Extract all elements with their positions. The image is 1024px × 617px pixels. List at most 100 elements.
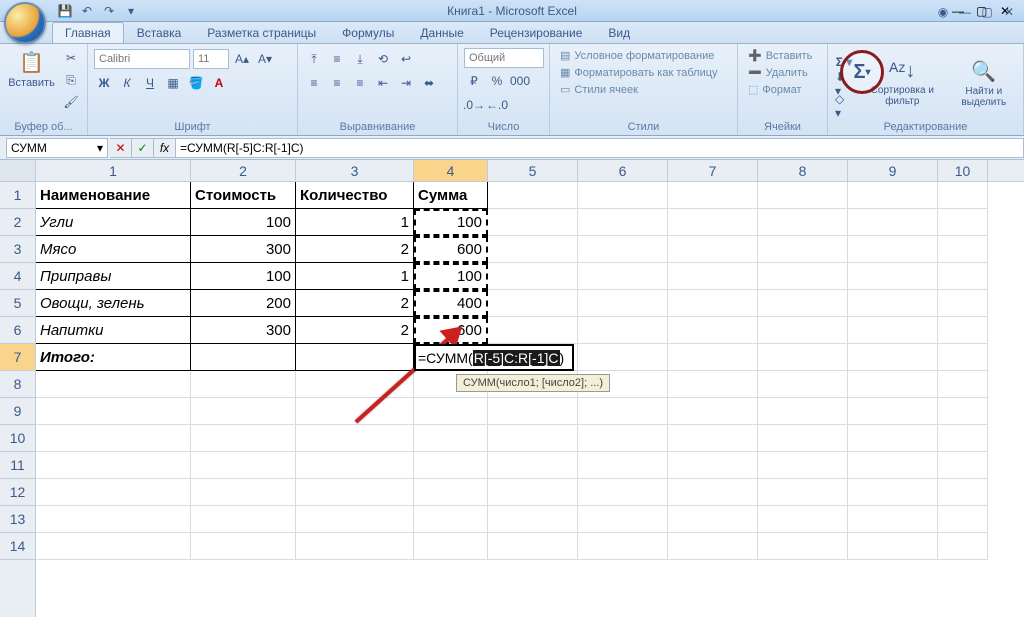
tab-review[interactable]: Рецензирование [477,22,596,43]
decrease-decimal-icon[interactable]: ←.0 [487,95,507,115]
undo-icon[interactable]: ↶ [78,2,96,20]
currency-icon[interactable]: ₽ [464,71,484,91]
cell[interactable] [758,263,848,290]
tab-formulas[interactable]: Формулы [329,22,407,43]
italic-icon[interactable]: К [117,73,137,93]
col-header-5[interactable]: 5 [488,160,578,181]
row-header-6[interactable]: 6 [0,317,35,344]
cell[interactable] [848,344,938,371]
tab-home[interactable]: Главная [52,22,124,43]
cell[interactable] [848,398,938,425]
cell-r5c4[interactable]: 400 [414,290,488,317]
cell[interactable] [848,371,938,398]
align-left-icon[interactable]: ≡ [304,73,324,93]
cell[interactable] [668,479,758,506]
comma-icon[interactable]: 000 [510,71,530,91]
percent-icon[interactable]: % [487,71,507,91]
cell-r5c1[interactable]: Овощи, зелень [36,290,191,317]
tab-view[interactable]: Вид [595,22,643,43]
cell[interactable] [488,182,578,209]
cell[interactable] [488,263,578,290]
cell[interactable] [488,290,578,317]
copy-icon[interactable]: ⎘ [61,70,81,90]
merge-icon[interactable]: ⬌ [419,73,439,93]
decrease-indent-icon[interactable]: ⇤ [373,73,393,93]
cell[interactable] [191,506,296,533]
cell[interactable] [938,371,988,398]
cell[interactable] [848,425,938,452]
increase-font-icon[interactable]: A▴ [232,49,252,69]
cut-icon[interactable]: ✂ [61,48,81,68]
cell[interactable] [191,398,296,425]
cell-r1c2[interactable]: Стоимость [191,182,296,209]
cell[interactable] [414,452,488,479]
cell-r7c2[interactable] [191,344,296,371]
cell-styles-button[interactable]: ▭Стили ячеек [556,82,722,97]
row-header-5[interactable]: 5 [0,290,35,317]
cell[interactable] [758,425,848,452]
cell[interactable] [848,290,938,317]
cell[interactable] [758,506,848,533]
cell-r6c2[interactable]: 300 [191,317,296,344]
decrease-font-icon[interactable]: A▾ [255,49,275,69]
cell[interactable] [758,182,848,209]
row-header-13[interactable]: 13 [0,506,35,533]
cell[interactable] [488,506,578,533]
cancel-formula-button[interactable]: ✕ [110,138,132,158]
underline-icon[interactable]: Ч [140,73,160,93]
cell[interactable] [36,425,191,452]
row-header-10[interactable]: 10 [0,425,35,452]
col-header-6[interactable]: 6 [578,160,668,181]
cell[interactable] [488,452,578,479]
row-header-7[interactable]: 7 [0,344,35,371]
cell-r5c3[interactable]: 2 [296,290,414,317]
cell[interactable] [414,479,488,506]
cell[interactable] [414,506,488,533]
cell-r2c4[interactable]: 100 [414,209,488,236]
cell[interactable] [578,236,668,263]
orientation-icon[interactable]: ⟲ [373,49,393,69]
cell[interactable] [758,344,848,371]
number-format-combo[interactable] [464,48,544,68]
cell-r3c3[interactable]: 2 [296,236,414,263]
cell[interactable] [938,344,988,371]
fx-button[interactable]: fx [154,138,176,158]
cell[interactable] [414,398,488,425]
format-cells-button[interactable]: ⬚Формат [744,82,816,97]
cell[interactable] [488,479,578,506]
cell[interactable] [668,182,758,209]
cell[interactable] [938,236,988,263]
cell-r7c3[interactable] [296,344,414,371]
cell-r4c4[interactable]: 100 [414,263,488,290]
cell[interactable] [578,506,668,533]
cell-r4c3[interactable]: 1 [296,263,414,290]
align-right-icon[interactable]: ≡ [350,73,370,93]
row-header-9[interactable]: 9 [0,398,35,425]
cell[interactable] [848,263,938,290]
cell-r6c1[interactable]: Напитки [36,317,191,344]
cell[interactable] [668,371,758,398]
cell[interactable] [848,236,938,263]
row-header-12[interactable]: 12 [0,479,35,506]
align-bottom-icon[interactable]: ⤓ [350,49,370,69]
format-painter-icon[interactable]: 🖌 [61,92,81,112]
row-header-11[interactable]: 11 [0,452,35,479]
redo-icon[interactable]: ↷ [100,2,118,20]
cell[interactable] [414,425,488,452]
cell[interactable] [296,452,414,479]
cell[interactable] [578,344,668,371]
increase-indent-icon[interactable]: ⇥ [396,73,416,93]
row-header-3[interactable]: 3 [0,236,35,263]
align-center-icon[interactable]: ≡ [327,73,347,93]
cell[interactable] [668,533,758,560]
cell[interactable] [758,479,848,506]
cell[interactable] [758,452,848,479]
cell-r2c1[interactable]: Угли [36,209,191,236]
paste-button[interactable]: 📋 Вставить [6,48,57,91]
cell[interactable] [578,533,668,560]
row-header-1[interactable]: 1 [0,182,35,209]
namebox-dropdown-icon[interactable]: ▾ [97,141,103,155]
col-header-2[interactable]: 2 [191,160,296,181]
cell[interactable] [758,398,848,425]
cell-r1c4[interactable]: Сумма [414,182,488,209]
